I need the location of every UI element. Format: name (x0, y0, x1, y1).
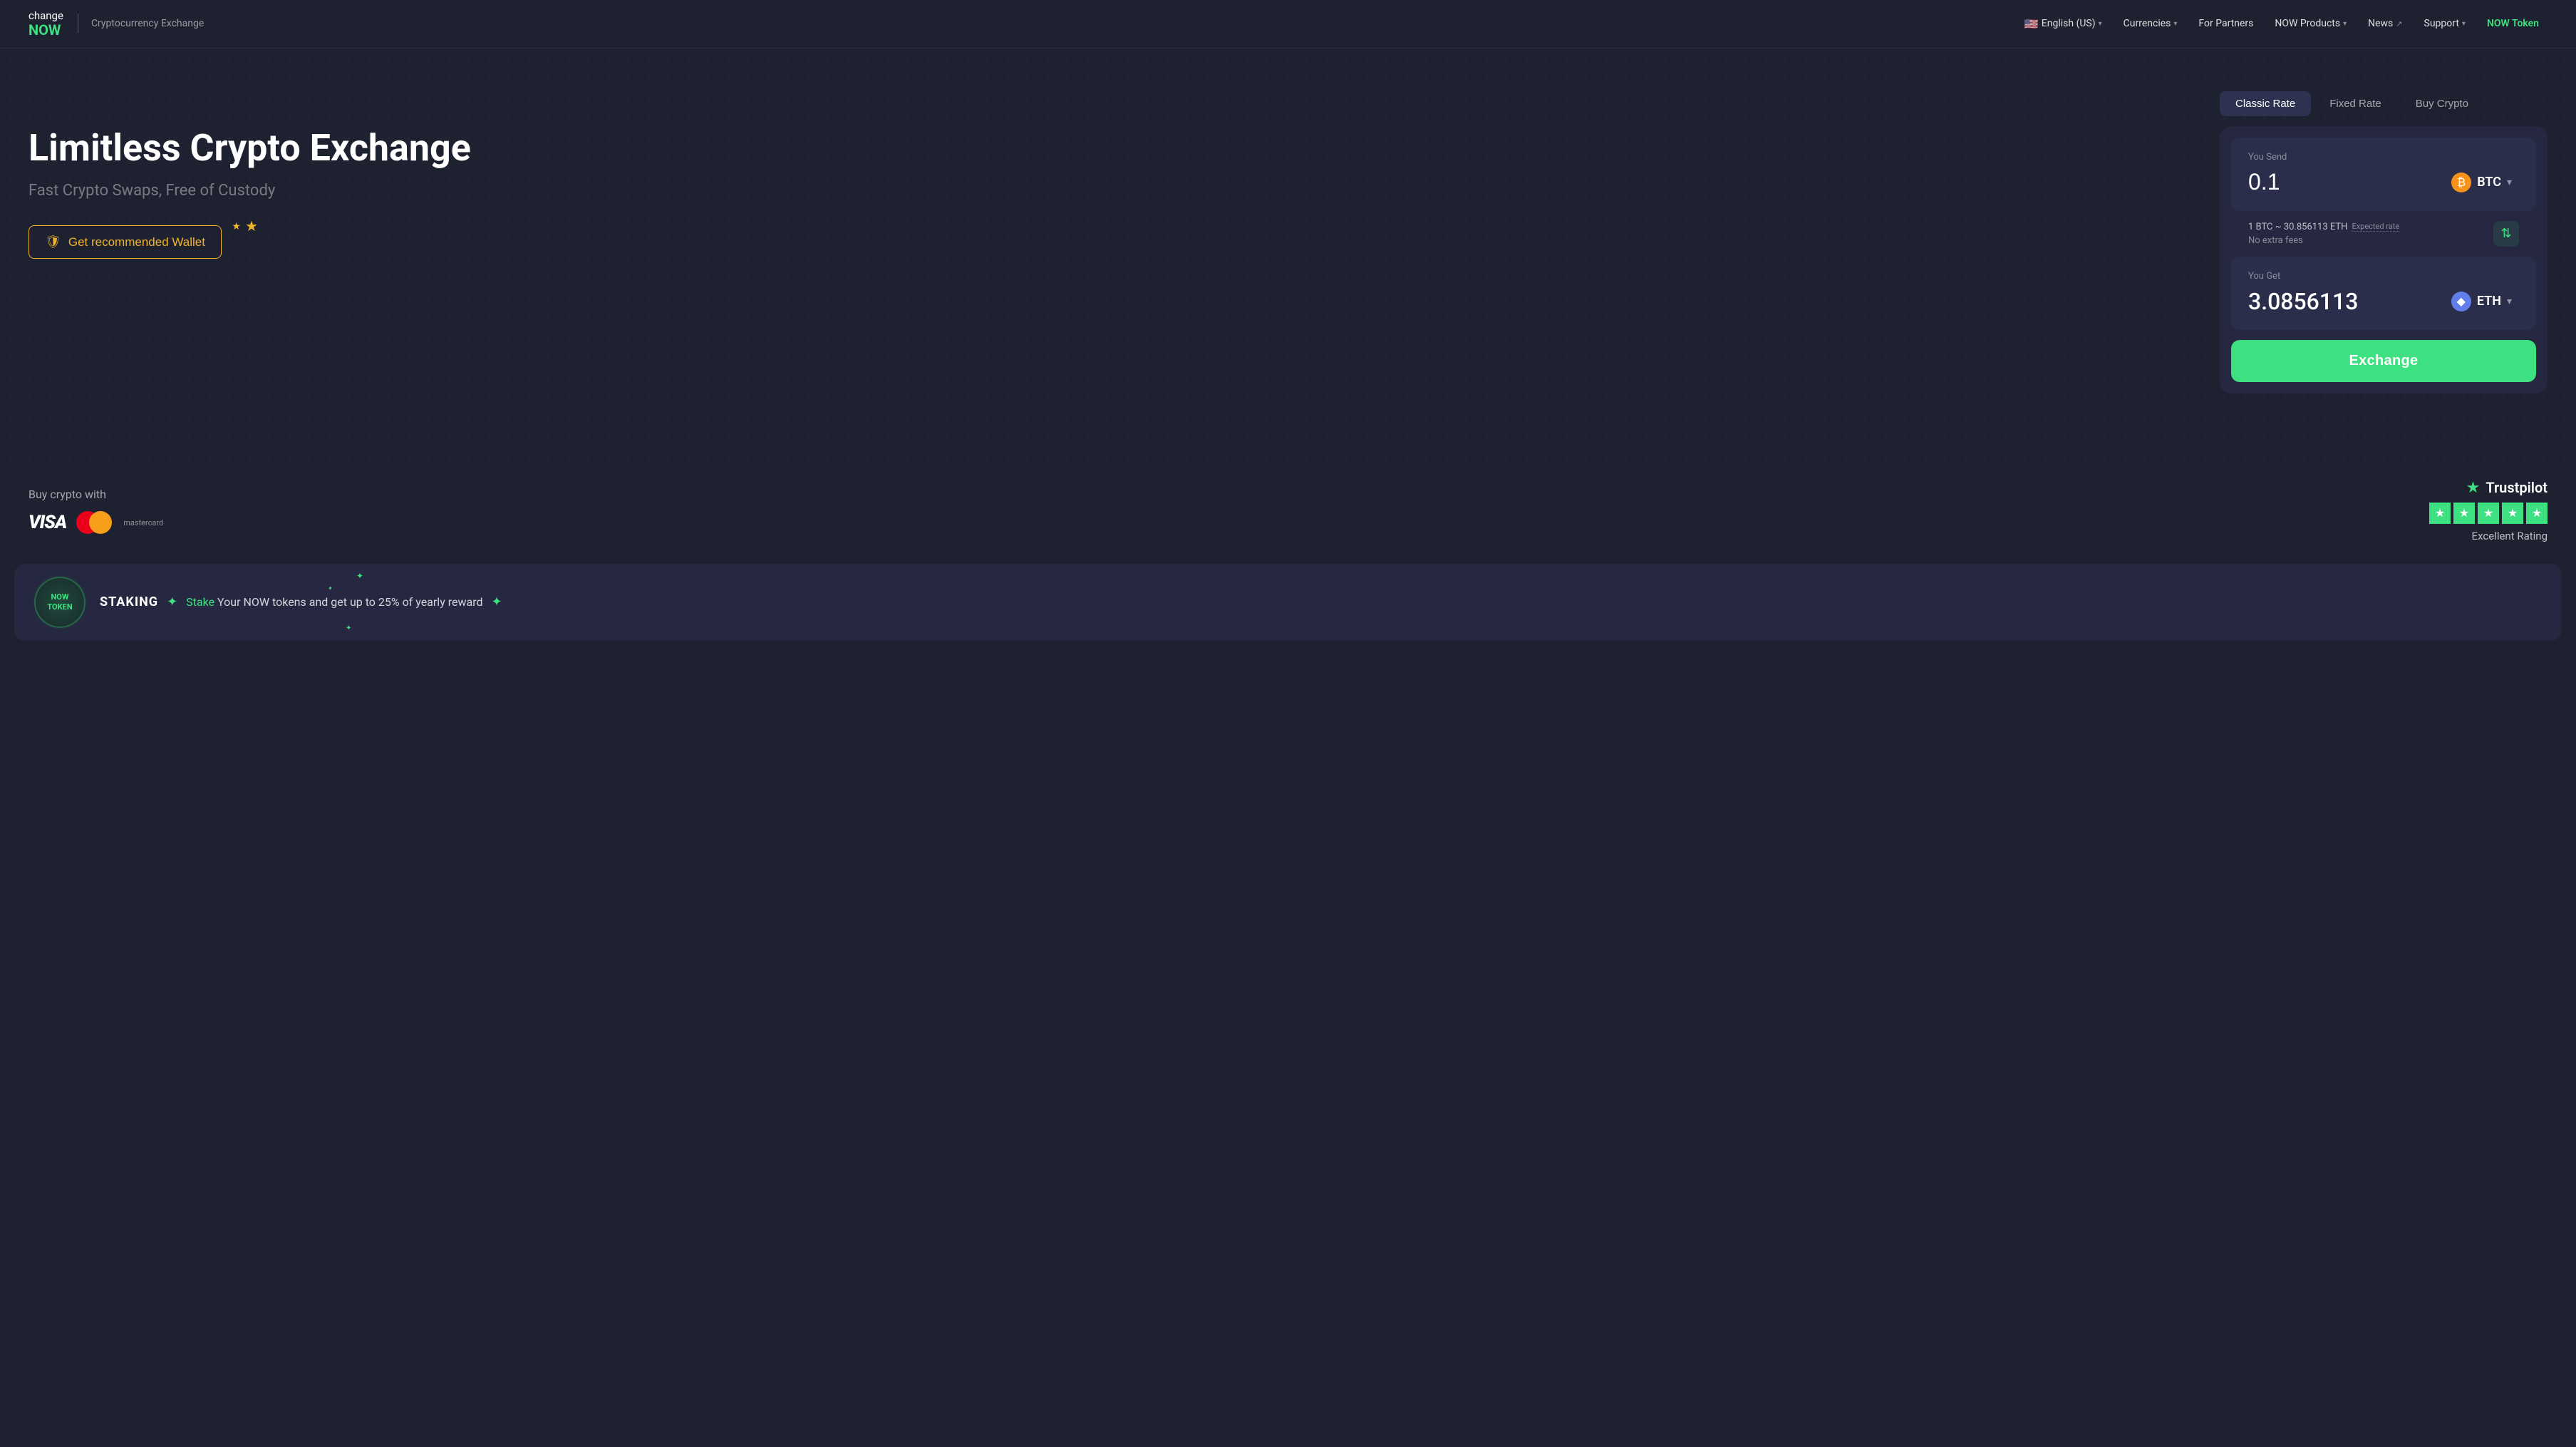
nav-now-token-label: NOW Token (2487, 18, 2539, 29)
external-link-icon: ↗ (2396, 19, 2402, 29)
staking-label: STAKING (100, 594, 158, 609)
tab-fixed-rate[interactable]: Fixed Rate (2314, 91, 2397, 116)
star-2: ★ (2453, 503, 2475, 524)
exchange-widget: You Send ₿ BTC ▾ 1 BTC ~ 30.856113 ETH E… (2220, 126, 2547, 393)
buy-crypto-label: Buy crypto with (29, 488, 163, 501)
send-label: You Send (2248, 152, 2519, 163)
lower-section: Buy crypto with VISA mastercard ★ Trustp… (0, 462, 2576, 564)
hero-section: Limitless Crypto Exchange Fast Crypto Sw… (0, 48, 2576, 462)
get-amount: 3.0856113 (2248, 288, 2411, 315)
get-section: You Get 3.0856113 ◆ ETH ▾ (2231, 257, 2536, 330)
mc-text: mastercard (123, 518, 163, 527)
stake-link[interactable]: Stake (186, 595, 214, 609)
chevron-down-icon: ▾ (2462, 20, 2466, 28)
rate-info-left: 1 BTC ~ 30.856113 ETH Expected rate No e… (2248, 222, 2399, 246)
header-subtitle: Cryptocurrency Exchange (91, 18, 204, 29)
swap-arrows-button[interactable]: ⇅ (2493, 221, 2519, 247)
staking-plus-icon: ✦ (167, 594, 177, 609)
chevron-down-icon: ▾ (2099, 20, 2102, 28)
trustpilot-star-icon: ★ (2466, 479, 2481, 497)
staking-description: Stake Your NOW tokens and get up to 25% … (186, 595, 482, 609)
payment-logos: VISA mastercard (29, 511, 163, 534)
nav-now-token[interactable]: NOW Token (2478, 14, 2547, 34)
exchange-widget-area: Classic Rate Fixed Rate Buy Crypto You S… (2220, 91, 2547, 393)
nav-partners[interactable]: For Partners (2190, 14, 2262, 34)
main-nav: 🇺🇸 English (US) ▾ Currencies ▾ For Partn… (2016, 13, 2547, 35)
nav-news-label: News (2368, 18, 2393, 29)
trustpilot-section: ★ Trustpilot ★ ★ ★ ★ ★ Excellent Rating (2429, 479, 2547, 542)
eth-icon: ◆ (2451, 292, 2471, 311)
logo-change: change (29, 10, 63, 22)
star-3: ★ (2478, 503, 2499, 524)
rate-value: 1 BTC ~ 30.856113 ETH (2248, 222, 2347, 232)
hero-title: Limitless Crypto Exchange (29, 127, 2177, 170)
get-wallet-button[interactable]: 🛡 Get recommended Wallet ★ ★ (29, 225, 222, 259)
tab-classic-rate[interactable]: Classic Rate (2220, 91, 2311, 116)
staking-desc-text: Your NOW tokens and get up to 25% of yea… (217, 595, 483, 609)
trustpilot-name: Trustpilot (2486, 479, 2547, 496)
chevron-down-icon: ▾ (2507, 177, 2512, 188)
hero-subtitle: Fast Crypto Swaps, Free of Custody (29, 182, 2177, 200)
chevron-down-icon: ▾ (2343, 20, 2347, 28)
nav-currencies-label: Currencies (2124, 18, 2171, 29)
get-label: You Get (2248, 271, 2519, 282)
nav-language-label: English (US) (2042, 18, 2096, 29)
now-token-badge-text: NOWTOKEN (47, 592, 72, 611)
logo[interactable]: change NOW (29, 10, 63, 38)
buy-crypto-section: Buy crypto with VISA mastercard (29, 488, 163, 534)
nav-news[interactable]: News ↗ (2359, 14, 2411, 34)
get-currency-selector[interactable]: ◆ ETH ▾ (2444, 287, 2519, 316)
hero-left: Limitless Crypto Exchange Fast Crypto Sw… (29, 91, 2177, 259)
star-5: ★ (2526, 503, 2547, 524)
chevron-down-icon: ▾ (2507, 296, 2512, 307)
rate-info: 1 BTC ~ 30.856113 ETH Expected rate No e… (2231, 211, 2536, 257)
staking-content: STAKING ✦ Stake Your NOW tokens and get … (100, 594, 2542, 609)
get-field-row: 3.0856113 ◆ ETH ▾ (2248, 287, 2519, 316)
send-currency-name: BTC (2477, 175, 2501, 190)
shield-icon: 🛡 (45, 235, 61, 249)
staking-banner: NOWTOKEN STAKING ✦ Stake Your NOW tokens… (14, 564, 2562, 641)
trustpilot-header: ★ Trustpilot (2466, 479, 2547, 497)
flag-icon: 🇺🇸 (2024, 17, 2039, 31)
now-token-badge: NOWTOKEN (34, 577, 86, 628)
tab-buy-crypto[interactable]: Buy Crypto (2400, 91, 2484, 116)
trustpilot-rating: Excellent Rating (2472, 530, 2547, 542)
no-fees-text: No extra fees (2248, 235, 2399, 246)
get-currency-name: ETH (2477, 294, 2501, 309)
rate-tabs: Classic Rate Fixed Rate Buy Crypto (2220, 91, 2547, 116)
nav-currencies[interactable]: Currencies ▾ (2115, 14, 2186, 34)
logo-now: NOW (29, 22, 63, 38)
star-1: ★ (2429, 503, 2451, 524)
nav-partners-label: For Partners (2198, 18, 2253, 29)
nav-support-label: Support (2424, 18, 2459, 29)
nav-support[interactable]: Support ▾ (2416, 14, 2474, 34)
sparkle-icon: ✦ (328, 585, 333, 592)
mc-orange-circle (89, 511, 112, 534)
wallet-button-label: Get recommended Wallet (68, 235, 205, 249)
send-currency-selector[interactable]: ₿ BTC ▾ (2444, 168, 2519, 197)
nav-now-products[interactable]: NOW Products ▾ (2266, 14, 2355, 34)
exchange-button[interactable]: Exchange (2231, 340, 2536, 382)
sparkle-icon: ✦ (346, 624, 351, 632)
trustpilot-stars: ★ ★ ★ ★ ★ (2429, 503, 2547, 524)
mastercard-logo (76, 511, 112, 534)
nav-now-products-label: NOW Products (2275, 18, 2340, 29)
staking-plus-icon-2: ✦ (492, 594, 502, 609)
expected-rate-badge[interactable]: Expected rate (2352, 222, 2399, 232)
rate-text: 1 BTC ~ 30.856113 ETH Expected rate (2248, 222, 2399, 232)
visa-logo: VISA (29, 512, 66, 533)
nav-language[interactable]: 🇺🇸 English (US) ▾ (2016, 13, 2111, 35)
star-4: ★ (2502, 503, 2523, 524)
chevron-down-icon: ▾ (2173, 20, 2177, 28)
star-decoration: ★ (232, 220, 241, 232)
send-section: You Send ₿ BTC ▾ (2231, 138, 2536, 211)
star-decoration: ★ (245, 217, 258, 235)
send-field-row: ₿ BTC ▾ (2248, 168, 2519, 197)
send-amount-input[interactable] (2248, 169, 2411, 195)
btc-icon: ₿ (2451, 172, 2471, 192)
sparkle-icon: ✦ (356, 571, 363, 581)
